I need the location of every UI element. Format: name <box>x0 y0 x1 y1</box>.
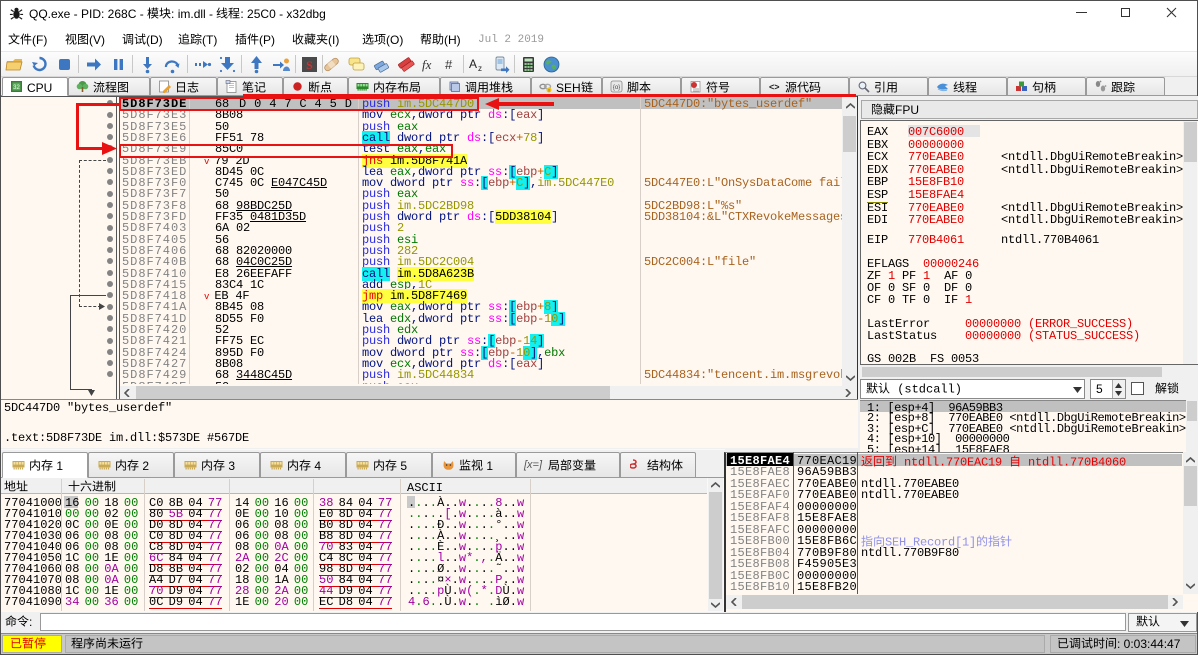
svg-text:#: # <box>445 57 453 72</box>
svg-text:32: 32 <box>13 85 20 91</box>
svg-text:{o}: {o} <box>613 85 620 91</box>
svg-text:A: A <box>469 57 477 71</box>
svg-text:<>: <> <box>769 82 780 92</box>
svg-text:S: S <box>306 58 313 72</box>
svg-text:z: z <box>478 64 482 73</box>
svg-text:fx: fx <box>422 57 432 72</box>
svg-text:!: ! <box>548 88 549 93</box>
